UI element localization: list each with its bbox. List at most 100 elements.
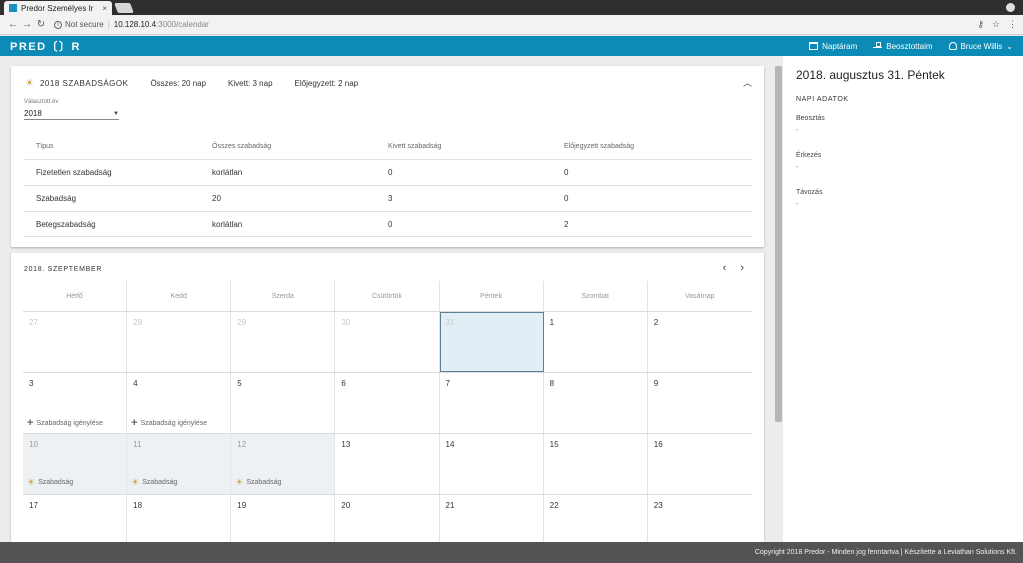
calendar-week-row: 3 + Szabadság igénylése 4 + Szabadság igénylé… — [23, 373, 752, 434]
day-number: 11 — [133, 440, 142, 449]
table-cell: 2 — [564, 219, 569, 229]
leave-total: Összes: 20 nap — [150, 79, 207, 88]
next-month-chevron-icon[interactable]: › — [740, 262, 744, 274]
info-icon[interactable]: i — [54, 20, 62, 29]
calendar-day-cell[interactable]: 21 — [440, 495, 544, 543]
browser-tab[interactable]: Predor Személyes Ir × — [4, 1, 112, 15]
request-leave-button[interactable]: + Szabadság igénylése — [27, 418, 103, 429]
calendar-day-cell[interactable]: 3 + Szabadság igénylése — [23, 373, 128, 433]
calendar-day-cell[interactable]: 16 — [648, 434, 752, 494]
calendar-week-row: 10 ☀ Szabadság 11 ☀ Szabadság 12 ☀ Szabadság 13 14… — [23, 434, 752, 495]
departure-value: - — [796, 201, 799, 208]
day-number: 23 — [653, 501, 663, 510]
calendar-day-cell[interactable]: 10 ☀ Szabadság — [23, 434, 128, 494]
content-scrollbar[interactable] — [775, 66, 782, 422]
calendar-day-cell[interactable]: 29 — [231, 312, 336, 372]
day-number: 21 — [445, 501, 455, 510]
weekday-header-row: Hétfő Kedd Szerda Csütörtök Péntek Szombat Vas… — [23, 281, 752, 312]
calendar-day-cell[interactable]: 14 — [440, 434, 544, 494]
column-header: Kivett szabadság — [388, 143, 442, 150]
url-input[interactable]: i Not secure | 10.128.10.4 :3000/calenda… — [54, 18, 977, 32]
calendar-day-cell[interactable]: 7 — [440, 373, 544, 433]
year-select-value: 2018 — [24, 109, 42, 118]
calendar-day-cell[interactable]: 13 — [335, 434, 440, 494]
dropdown-caret-icon: ▼ — [113, 110, 119, 117]
calendar-day-cell[interactable]: 23 — [648, 495, 752, 543]
nav-calendar-label: Naptáram — [822, 41, 858, 51]
table-cell: korlátlan — [212, 219, 243, 229]
weekday-header: Szombat — [544, 281, 648, 311]
url-host: 10.128.10.4 — [113, 20, 157, 29]
calendar-day-cell[interactable]: 31 — [439, 312, 544, 372]
day-number: 30 — [341, 318, 351, 327]
calendar-day-cell[interactable]: 2 — [648, 312, 752, 372]
leave-event: ☀ Szabadság — [235, 477, 281, 488]
day-number: 4 — [133, 379, 138, 388]
browser-tab-bar: Predor Személyes Ir × — [0, 0, 1023, 15]
nav-subordinates[interactable]: Beosztottaim — [873, 42, 933, 51]
prev-month-chevron-icon[interactable]: ‹ — [723, 262, 727, 274]
user-menu[interactable]: Bruce Willis ⌄ — [948, 42, 1013, 51]
back-arrow-icon[interactable]: ← — [6, 19, 20, 30]
leave-table-header: Típus Összes szabadság Kivett szabadság … — [24, 134, 752, 159]
not-secure-label: Not secure — [65, 20, 104, 29]
day-number: 8 — [549, 379, 555, 388]
day-number: 29 — [237, 318, 247, 327]
collapse-chevron-up-icon[interactable]: ︿ — [743, 76, 752, 89]
tab-close-icon[interactable]: × — [102, 4, 107, 13]
calendar-day-cell[interactable]: 9 — [648, 373, 752, 433]
browser-menu-icon[interactable]: ⋮ — [1008, 19, 1017, 30]
sun-icon: ☀ — [25, 78, 34, 89]
sun-icon: ☀ — [27, 477, 36, 487]
year-select[interactable]: 2018 ▼ — [24, 108, 119, 120]
page-footer: Copyright 2018 Predor - Minden jog fennt… — [0, 542, 1023, 563]
calendar-day-cell[interactable]: 17 — [23, 495, 128, 543]
day-number: 22 — [549, 501, 559, 510]
browser-profile-icon[interactable] — [1006, 3, 1015, 12]
calendar-day-cell[interactable]: 15 — [544, 434, 648, 494]
weekday-header: Vasárnap — [685, 293, 715, 300]
event-label: Szabadság — [246, 479, 282, 486]
predor-logo[interactable]: PRED〔〕R — [10, 38, 81, 54]
calendar-day-cell[interactable]: 20 — [335, 495, 440, 543]
request-leave-button[interactable]: + Szabadság igénylése — [131, 418, 207, 429]
calendar-day-cell[interactable]: 5 — [231, 373, 336, 433]
calendar-day-cell[interactable]: 11 ☀ Szabadság — [127, 434, 232, 494]
new-tab-button[interactable] — [114, 3, 134, 13]
selected-date-title: 2018. augusztus 31. Péntek — [796, 68, 945, 82]
calendar-day-cell[interactable]: 22 — [544, 495, 648, 543]
key-icon[interactable]: ⚷ — [977, 19, 984, 30]
forward-arrow-icon[interactable]: → — [20, 19, 34, 30]
schedule-value: - — [796, 127, 799, 134]
nav-calendar[interactable]: Naptáram — [809, 42, 857, 51]
calendar-day-cell[interactable]: 30 — [335, 312, 440, 372]
user-icon — [948, 42, 957, 50]
calendar-day-cell[interactable]: 28 — [127, 312, 232, 372]
daily-data-heading: NAPI ADATOK — [796, 96, 849, 103]
event-label: Szabadság igénylése — [36, 419, 103, 427]
table-cell: 3 — [388, 194, 393, 203]
calendar-day-cell[interactable]: 1 — [544, 312, 648, 372]
calendar-day-cell[interactable]: 19 — [231, 495, 336, 543]
day-number: 28 — [133, 318, 143, 327]
table-cell: 0 — [388, 168, 393, 177]
calendar-card: 2018. SZEPTEMBER ‹ › Hétfő Kedd Szerda Csüt… — [11, 253, 764, 543]
day-number: 14 — [445, 440, 455, 449]
leave-summary-header: ☀ 2018 SZABADSÁGOK Összes: 20 nap Kivett… — [25, 78, 380, 89]
day-number: 6 — [341, 379, 346, 388]
bookmark-star-icon[interactable]: ☆ — [992, 19, 1000, 30]
weekday-header: Szerda — [231, 281, 336, 311]
day-number: 17 — [29, 501, 38, 510]
departure-label: Távozás — [796, 189, 823, 196]
calendar-day-cell[interactable]: 6 — [335, 373, 440, 433]
calendar-day-cell[interactable]: 27 — [23, 312, 128, 372]
reload-icon[interactable]: ↻ — [34, 19, 48, 30]
calendar-day-cell[interactable]: 12 ☀ Szabadság — [231, 434, 336, 494]
weekday-header: Kedd — [127, 281, 232, 311]
calendar-day-cell[interactable]: 4 + Szabadság igénylése — [127, 373, 232, 433]
favicon-icon — [9, 4, 17, 12]
calendar-day-cell[interactable]: 8 — [544, 373, 648, 433]
arrival-value: - — [796, 164, 799, 171]
day-number: 10 — [29, 440, 38, 449]
calendar-day-cell[interactable]: 18 — [127, 495, 232, 543]
